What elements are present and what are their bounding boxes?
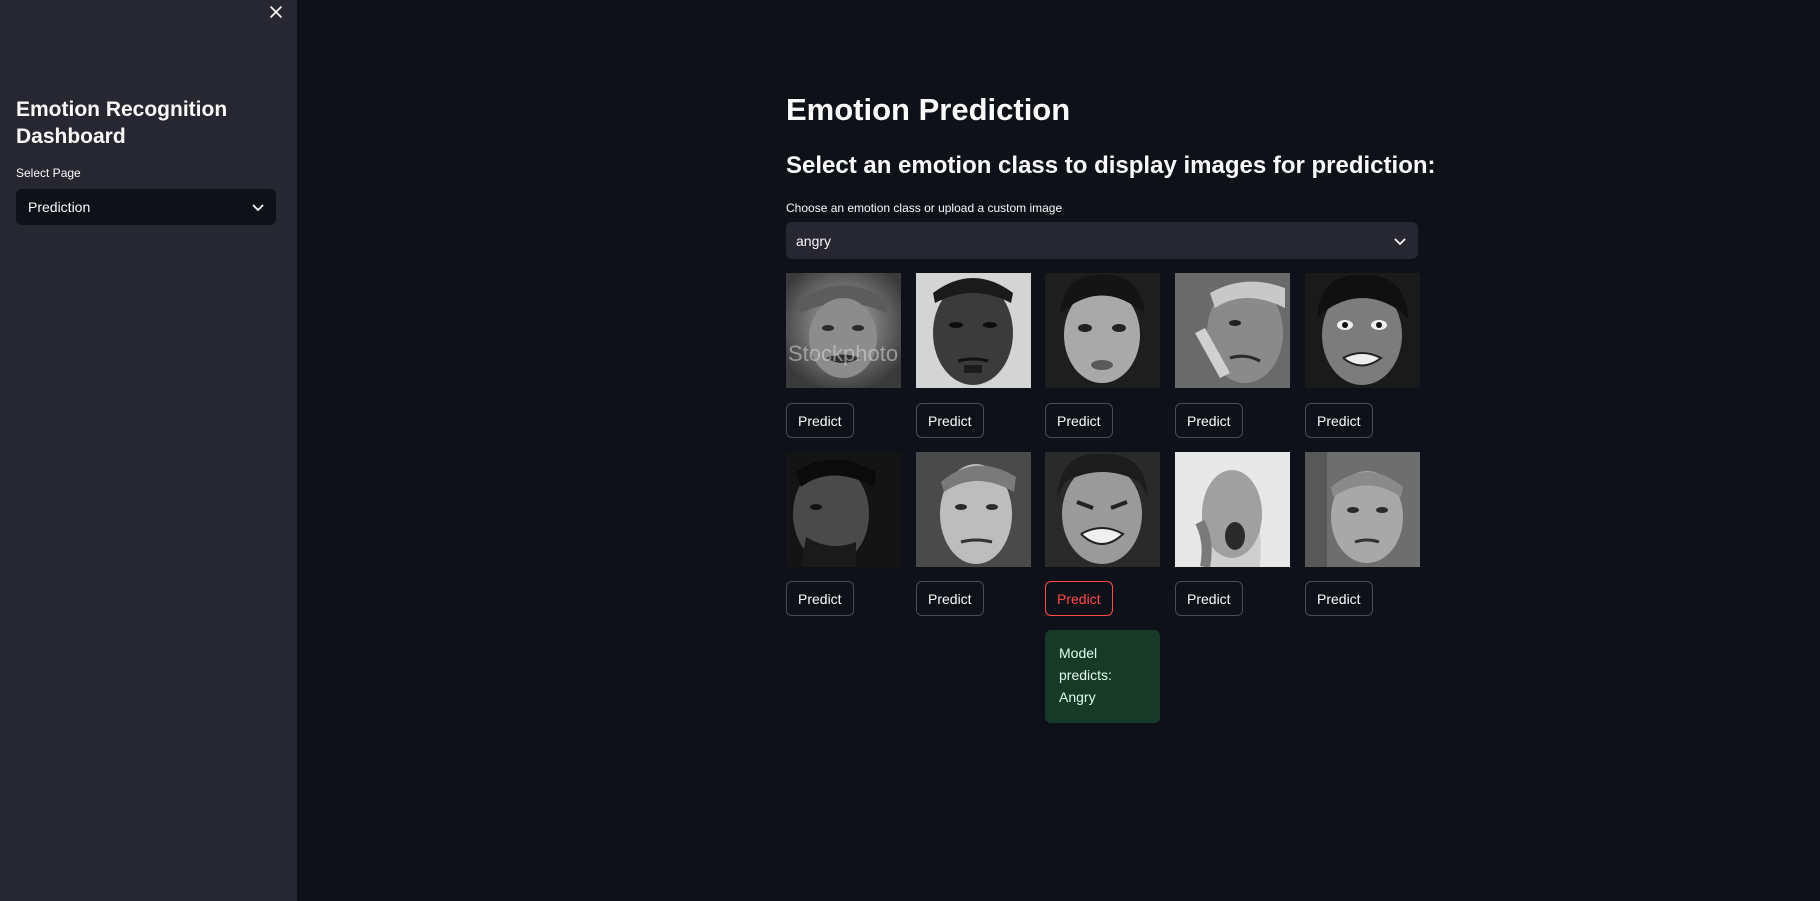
predict-button[interactable]: Predict — [1175, 403, 1243, 438]
emotion-class-label: Choose an emotion class or upload a cust… — [786, 201, 1063, 215]
face-image — [1045, 452, 1160, 567]
emotion-class-select[interactable]: angry — [786, 222, 1418, 259]
main-content: Emotion Prediction Select an emotion cla… — [297, 0, 1820, 901]
face-image — [1175, 273, 1290, 388]
predict-button[interactable]: Predict — [1175, 581, 1243, 616]
face-image — [1045, 273, 1160, 388]
chevron-down-icon — [252, 199, 264, 215]
page-select-value: Prediction — [28, 199, 91, 215]
predict-button[interactable]: Predict — [1305, 403, 1373, 438]
predict-button-active[interactable]: Predict — [1045, 581, 1113, 616]
app-root: Emotion Recognition Dashboard Select Pag… — [0, 0, 1820, 901]
predict-button[interactable]: Predict — [786, 403, 854, 438]
predict-button[interactable]: Predict — [1045, 403, 1113, 438]
watermark-text: Stockphoto — [788, 341, 898, 366]
select-page-label: Select Page — [16, 166, 81, 180]
face-image — [916, 452, 1031, 567]
result-line: predicts: — [1059, 667, 1112, 683]
predict-button[interactable]: Predict — [786, 581, 854, 616]
page-title: Emotion Prediction — [786, 92, 1071, 127]
close-sidebar-button[interactable] — [266, 4, 286, 24]
prediction-result: Model predicts: Angry — [1045, 630, 1160, 723]
face-image — [1175, 452, 1290, 567]
page-select[interactable]: Prediction — [16, 189, 276, 225]
face-image — [1305, 273, 1420, 388]
sidebar-title: Emotion Recognition Dashboard — [16, 98, 228, 148]
result-value: Angry — [1059, 689, 1096, 705]
close-icon — [269, 5, 283, 24]
chevron-down-icon — [1394, 233, 1406, 249]
face-image — [916, 273, 1031, 388]
face-image — [1305, 452, 1420, 567]
result-line: Model — [1059, 645, 1098, 661]
predict-button[interactable]: Predict — [916, 403, 984, 438]
face-image — [786, 452, 901, 567]
face-image: Stockphoto — [786, 273, 901, 388]
predict-button[interactable]: Predict — [1305, 581, 1373, 616]
predict-button[interactable]: Predict — [916, 581, 984, 616]
emotion-class-value: angry — [796, 232, 832, 249]
subheader: Select an emotion class to display image… — [786, 152, 1436, 179]
sidebar: Emotion Recognition Dashboard Select Pag… — [0, 0, 297, 901]
